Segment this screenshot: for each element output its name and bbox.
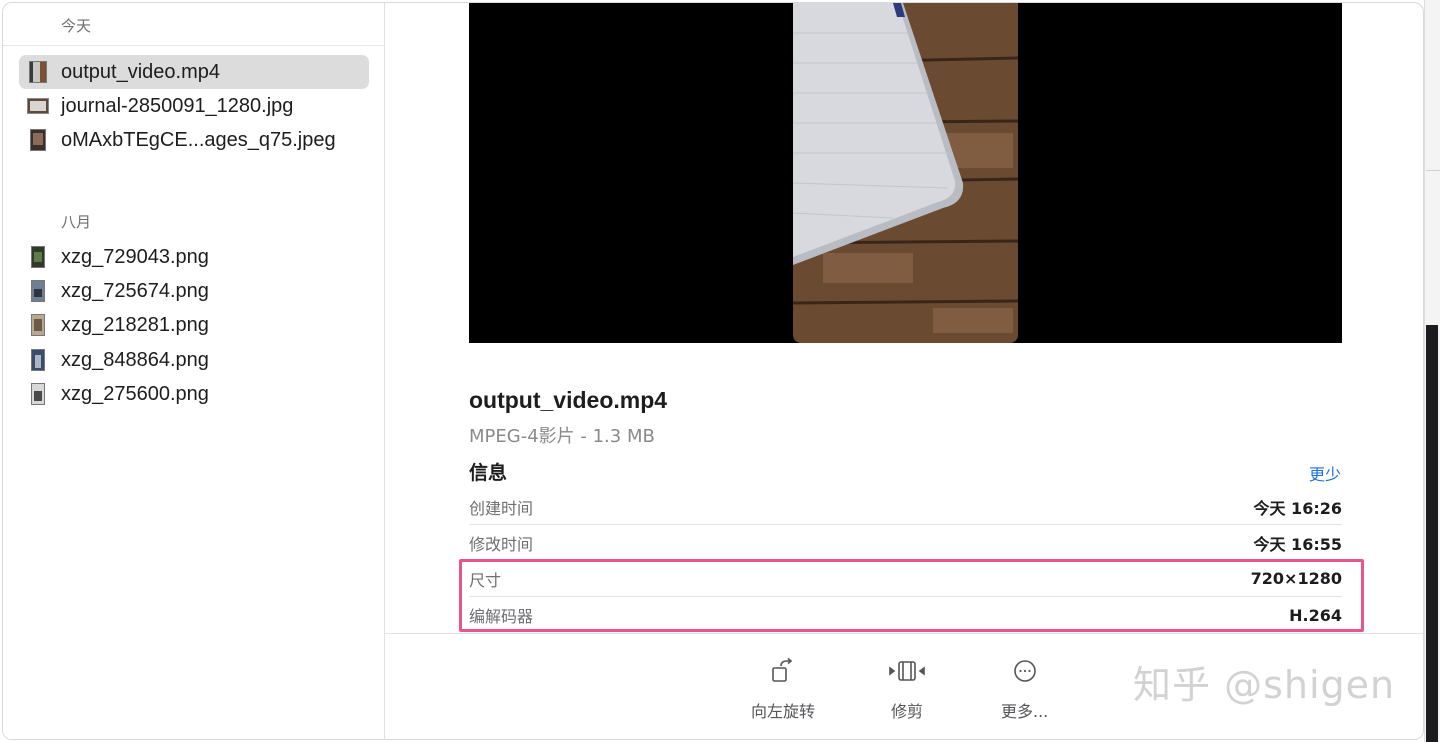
image-thumbnail-icon [27,280,49,302]
file-row-xzg-848864[interactable]: xzg_848864.png [19,343,369,377]
info-key: 创建时间 [469,498,534,518]
file-row-xzg-275600[interactable]: xzg_275600.png [19,377,369,411]
file-row-omaxb[interactable]: oMAxbTEgCE...ages_q75.jpeg [19,123,369,157]
video-preview[interactable] [469,3,1342,343]
info-row-dimensions: 尺寸 720×1280 [469,561,1342,597]
info-row-modified: 修改时间 今天 16:55 [469,525,1342,561]
image-thumbnail-icon [27,95,49,117]
video-still-image [793,3,1018,343]
rotate-left-button[interactable]: 向左旋转 [751,656,815,722]
trim-icon [887,656,927,686]
quick-actions-toolbar: 向左旋转 修剪 更多... 知乎 @shigen [385,633,1423,739]
file-row-xzg-729043[interactable]: xzg_729043.png [19,240,369,274]
adjacent-window-dark-region [1426,325,1438,742]
more-button[interactable]: 更多... [1001,656,1048,722]
video-thumbnail-icon [27,61,49,83]
file-name: journal-2850091_1280.jpg [61,94,294,117]
info-value: H.264 [1289,605,1342,625]
file-row-journal[interactable]: journal-2850091_1280.jpg [19,89,369,123]
watermark: 知乎 @shigen [1133,663,1396,707]
file-row-output-video[interactable]: output_video.mp4 [19,55,369,89]
trim-label: 修剪 [890,702,923,721]
image-thumbnail-icon [27,129,49,151]
info-key: 尺寸 [469,570,502,590]
divider [1426,170,1440,171]
image-thumbnail-icon [27,246,49,268]
file-name: xzg_848864.png [61,348,209,371]
section-header-today: 今天 [61,17,92,35]
rotate-left-label: 向左旋转 [751,702,816,721]
file-name: oMAxbTEgCE...ages_q75.jpeg [61,128,336,151]
info-value: 720×1280 [1250,569,1342,588]
file-name: xzg_218281.png [61,313,209,336]
preview-file-kind: MPEG-4影片 - 1.3 MB [469,426,655,447]
file-row-xzg-725674[interactable]: xzg_725674.png [19,274,369,308]
info-section-title: 信息 [469,462,508,484]
image-thumbnail-icon [27,383,49,405]
info-value: 今天 16:55 [1253,534,1342,554]
section-header-august: 八月 [61,213,92,231]
info-key: 编解码器 [469,607,534,626]
image-thumbnail-icon [27,349,49,371]
info-row-created: 创建时间 今天 16:26 [469,489,1342,525]
more-ellipsis-icon [1005,656,1045,686]
file-name: output_video.mp4 [61,60,221,83]
rotate-left-icon [763,656,803,686]
finder-window: 今天 output_video.mp4 journal-2850091_1280… [2,2,1424,740]
info-key: 修改时间 [469,534,534,554]
image-thumbnail-icon [27,314,49,336]
trim-button[interactable]: 修剪 [887,656,927,722]
info-row-codec: 编解码器 H.264 [469,597,1342,633]
file-list-pane: 今天 output_video.mp4 journal-2850091_1280… [3,3,385,739]
file-name: xzg_275600.png [61,382,209,405]
file-row-xzg-218281[interactable]: xzg_218281.png [19,308,369,342]
file-name: xzg_725674.png [61,279,209,302]
show-less-link[interactable]: 更少 [1309,461,1341,485]
info-value: 今天 16:26 [1253,498,1342,518]
preview-file-name: output_video.mp4 [469,387,668,413]
file-name: xzg_729043.png [61,245,209,268]
more-label: 更多... [1001,702,1049,721]
divider [3,45,385,46]
preview-pane: output_video.mp4 MPEG-4影片 - 1.3 MB 信息 更少… [385,3,1423,739]
